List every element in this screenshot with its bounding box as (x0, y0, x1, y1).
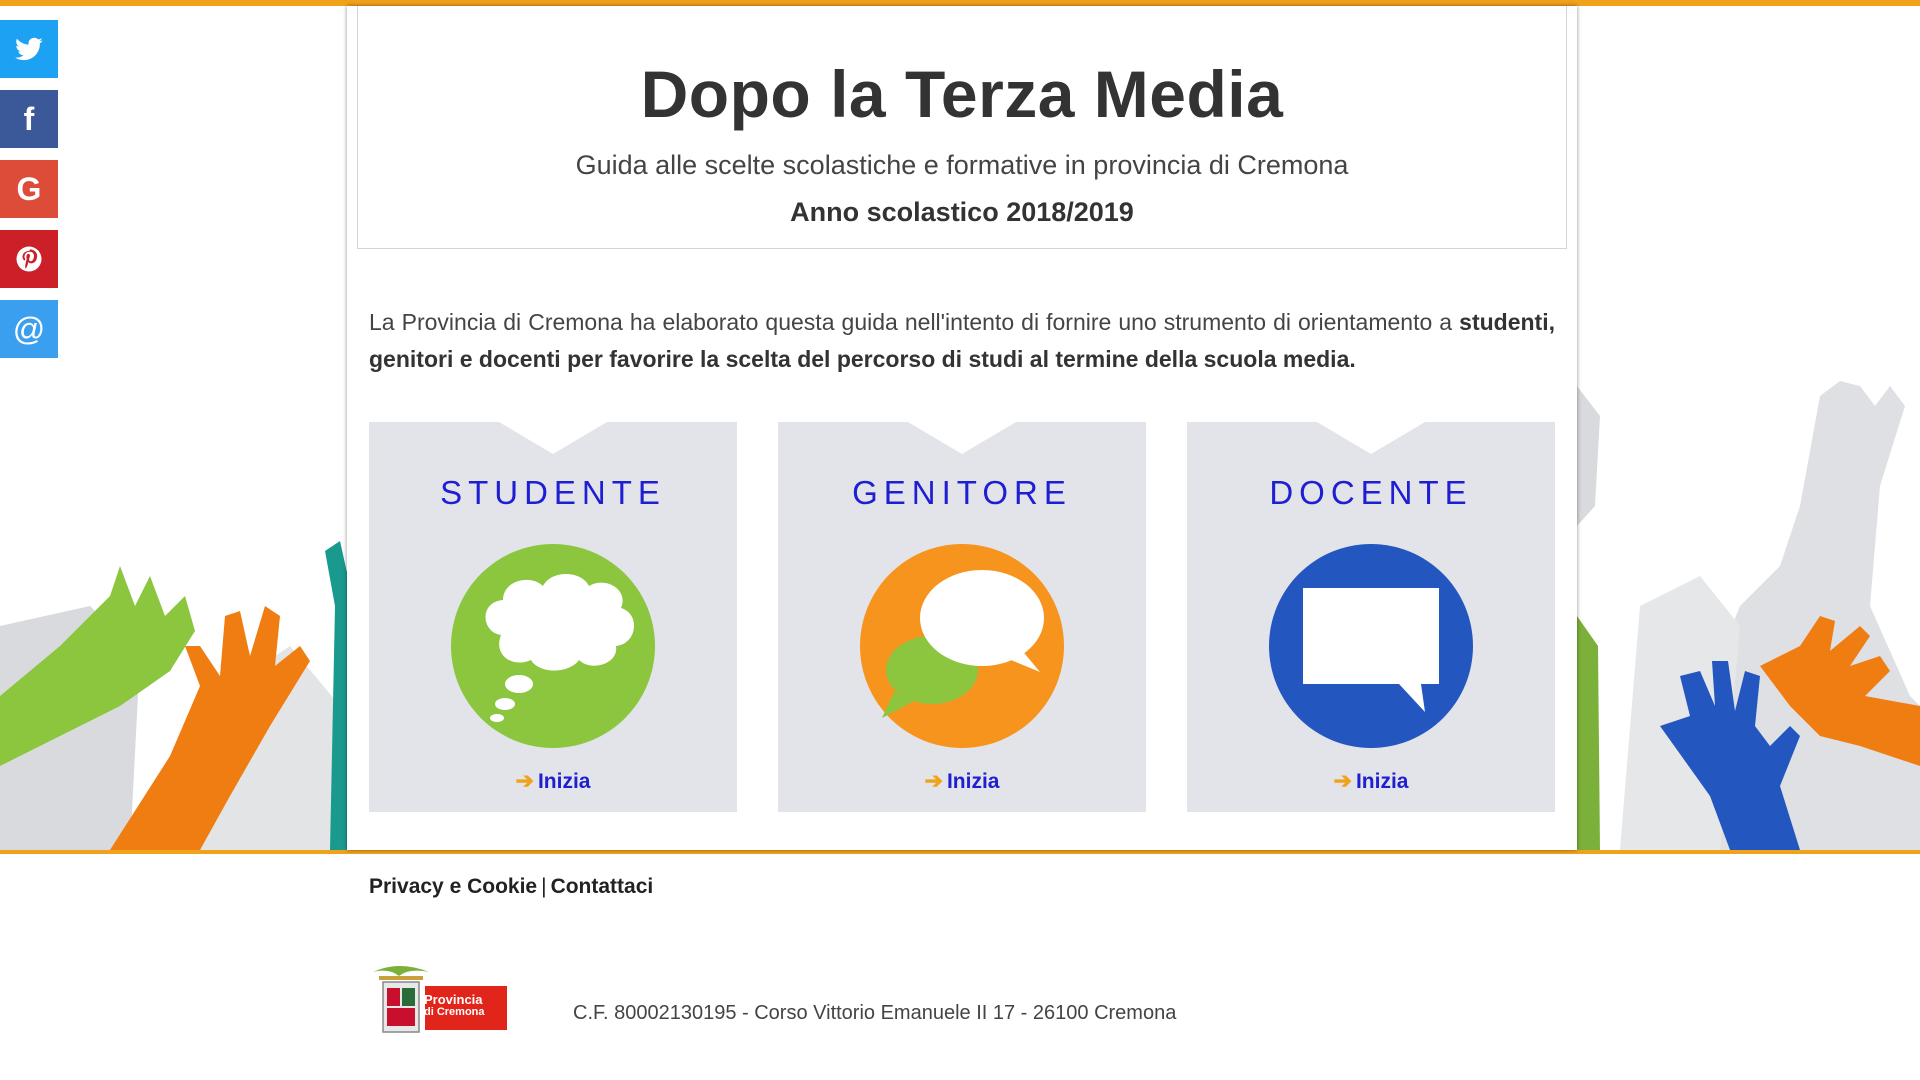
audience-cards: STUDENTE ➔ Inizia GENITORE ➔ Inizia DOCE… (369, 422, 1555, 812)
logo-line-1: Provincia (424, 992, 483, 1007)
social-share-bar: f G @ (0, 20, 58, 370)
speech-box-icon (1269, 544, 1473, 748)
chat-bubbles-icon (860, 544, 1064, 748)
facebook-icon: f (23, 101, 35, 137)
arrow-right-icon: ➔ (515, 768, 534, 793)
start-link-docente[interactable]: ➔ Inizia (1187, 768, 1555, 794)
email-share-button[interactable]: @ (0, 300, 58, 358)
header-box: Dopo la Terza Media Guida alle scelte sc… (357, 6, 1567, 249)
intro-paragraph: La Provincia di Cremona ha elaborato que… (369, 304, 1555, 378)
privacy-link[interactable]: Privacy e Cookie (369, 875, 537, 898)
twitter-share-button[interactable] (0, 20, 58, 78)
email-icon: @ (12, 311, 46, 347)
page-subtitle: Guida alle scelte scolastiche e formativ… (575, 150, 1349, 180)
logo-line-2: di Cremona (424, 1006, 485, 1018)
google-icon: G (16, 171, 42, 207)
start-link-label: Inizia (537, 770, 591, 793)
start-link-label: Inizia (1355, 770, 1409, 793)
card-title-docente: DOCENTE (1269, 474, 1473, 511)
google-share-button[interactable]: G (0, 160, 58, 218)
start-link-genitore[interactable]: ➔ Inizia (778, 768, 1146, 794)
card-notch (499, 422, 607, 454)
start-link-label: Inizia (946, 770, 1000, 793)
footer-separator: | (541, 875, 547, 898)
logo-caption: Provincia di Cremona (424, 993, 502, 1019)
pinterest-icon (16, 246, 42, 272)
thought-bubble-icon (451, 544, 655, 748)
card-title-studente: STUDENTE (440, 474, 666, 511)
school-year: Anno scolastico 2018/2019 (790, 197, 1134, 227)
card-studente[interactable]: STUDENTE ➔ Inizia (369, 422, 737, 812)
card-notch (1317, 422, 1425, 454)
arrow-right-icon: ➔ (1333, 768, 1352, 793)
contact-link[interactable]: Contattaci (551, 875, 654, 898)
twitter-icon (15, 37, 43, 61)
start-link-studente[interactable]: ➔ Inizia (369, 768, 737, 794)
main-content-panel: Dopo la Terza Media Guida alle scelte sc… (347, 6, 1577, 850)
facebook-share-button[interactable]: f (0, 90, 58, 148)
card-notch (908, 422, 1016, 454)
intro-text: La Provincia di Cremona ha elaborato que… (369, 309, 1453, 335)
pinterest-share-button[interactable] (0, 230, 58, 288)
card-genitore[interactable]: GENITORE ➔ Inizia (778, 422, 1146, 812)
footer-address: C.F. 80002130195 - Corso Vittorio Emanue… (573, 1002, 1177, 1024)
card-title-genitore: GENITORE (852, 474, 1072, 511)
page-title: Dopo la Terza Media (640, 57, 1284, 131)
arrow-right-icon: ➔ (924, 768, 943, 793)
footer-divider-line (0, 850, 1920, 854)
card-docente[interactable]: DOCENTE ➔ Inizia (1187, 422, 1555, 812)
footer-links: Privacy e Cookie | Contattaci (369, 875, 653, 899)
